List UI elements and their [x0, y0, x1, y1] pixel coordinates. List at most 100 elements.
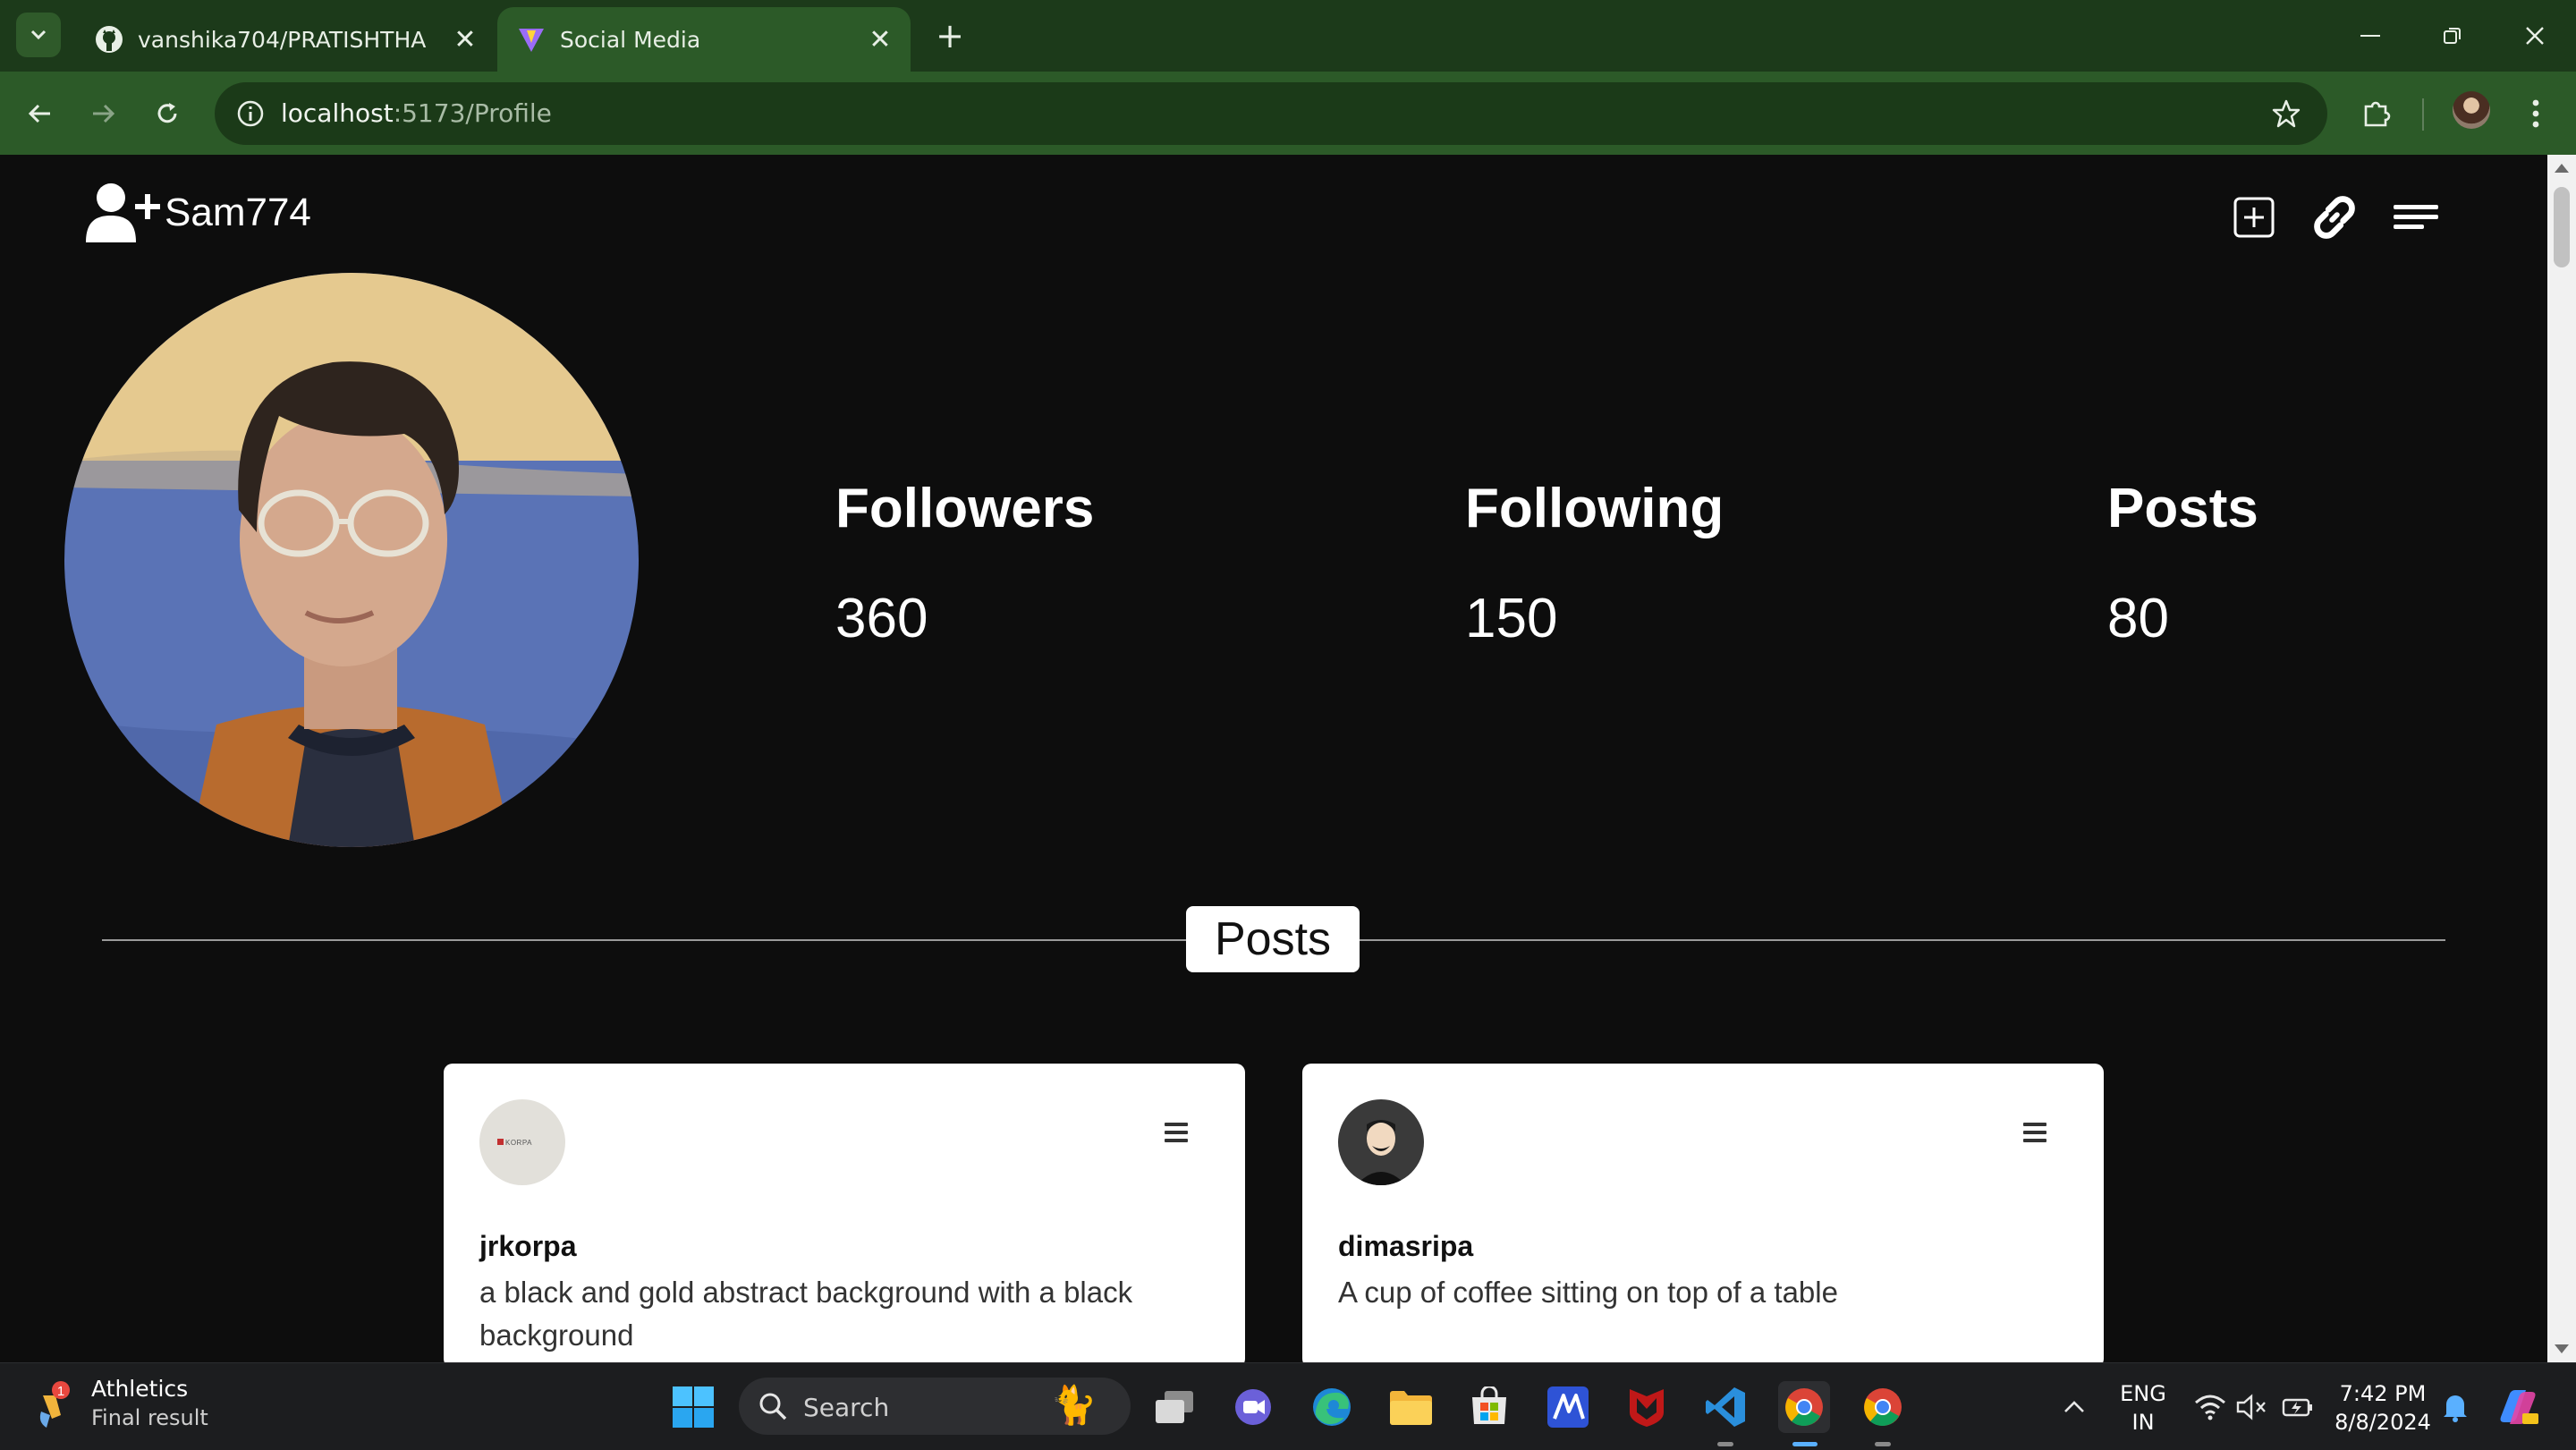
following-stat[interactable]: Following 150	[1465, 477, 1724, 650]
widget-subtitle: Final result	[91, 1405, 208, 1430]
wifi-icon	[2195, 1395, 2225, 1420]
extensions-button[interactable]	[2354, 91, 2399, 136]
reload-button[interactable]	[145, 91, 190, 136]
file-explorer-button[interactable]	[1385, 1381, 1436, 1433]
store-button[interactable]	[1463, 1381, 1515, 1433]
post-caption: a black and gold abstract background wit…	[479, 1276, 1133, 1352]
followers-stat[interactable]: Followers 360	[835, 477, 1094, 650]
volume-status[interactable]	[2225, 1381, 2277, 1433]
tab-social-media[interactable]: Social Media ✕	[497, 7, 911, 72]
start-button[interactable]	[667, 1381, 719, 1433]
menu-icon	[2394, 205, 2438, 229]
edge-button[interactable]	[1306, 1381, 1358, 1433]
app-m-button[interactable]	[1542, 1381, 1594, 1433]
notifications-button[interactable]	[2429, 1381, 2481, 1433]
post-menu-icon[interactable]	[2023, 1123, 2046, 1142]
profile-username: Sam774	[165, 191, 311, 234]
volume-muted-icon	[2236, 1394, 2266, 1420]
minimize-button[interactable]	[2334, 9, 2406, 63]
following-count: 150	[1465, 588, 1558, 649]
browser-profile-avatar[interactable]	[2453, 91, 2490, 129]
post-card[interactable]: KORPA jrkorpa a black and gold abstract …	[444, 1064, 1245, 1362]
url-text[interactable]: localhost:5173/Profile	[281, 98, 552, 128]
post-card[interactable]: dimasripa A cup of coffee sitting on top…	[1302, 1064, 2104, 1362]
scrollbar-thumb[interactable]	[2554, 187, 2570, 267]
chevron-up-icon	[2064, 1401, 2084, 1412]
tab-title: vanshika704/PRATISHTHA	[138, 26, 427, 53]
battery-charging-icon	[2282, 1398, 2312, 1417]
clock-time: 7:42 PM	[2339, 1381, 2427, 1406]
post-menu-icon[interactable]	[1165, 1123, 1188, 1142]
news-widget[interactable]: 1 Athletics Final result	[34, 1376, 208, 1430]
menu-button[interactable]	[2390, 191, 2444, 244]
chrome-button[interactable]	[1857, 1381, 1909, 1433]
close-tab-icon[interactable]: ✕	[862, 21, 898, 57]
forward-button[interactable]	[80, 91, 125, 136]
close-icon	[2526, 27, 2544, 45]
new-tab-button[interactable]: +	[930, 16, 970, 55]
arrow-left-icon	[28, 104, 50, 123]
tab-github[interactable]: vanshika704/PRATISHTHA ✕	[75, 7, 496, 72]
teams-chat-button[interactable]	[1227, 1381, 1279, 1433]
back-button[interactable]	[18, 91, 63, 136]
scroll-up-arrow-icon[interactable]	[2555, 164, 2569, 173]
scroll-down-arrow-icon[interactable]	[2555, 1344, 2569, 1353]
chrome-icon	[1864, 1388, 1902, 1426]
posts-stat[interactable]: Posts 80	[2107, 477, 2258, 650]
chrome-icon	[1785, 1388, 1823, 1426]
github-icon	[95, 25, 123, 54]
clock-date: 8/8/2024	[2334, 1410, 2431, 1435]
close-tab-icon[interactable]: ✕	[447, 21, 483, 57]
toolbar-divider	[2422, 98, 2424, 131]
chrome-active-indicator	[1792, 1442, 1818, 1446]
post-caption: A cup of coffee sitting on top of a tabl…	[1338, 1276, 1838, 1309]
clock[interactable]: 7:42 PM 8/8/2024	[2331, 1379, 2435, 1437]
post-author-avatar[interactable]: KORPA	[479, 1099, 565, 1185]
url-path: :5173/Profile	[393, 98, 552, 128]
add-post-button[interactable]	[2227, 191, 2281, 244]
language-indicator[interactable]: ENG IN	[2116, 1379, 2170, 1437]
post-username[interactable]: dimasripa	[1338, 1230, 1473, 1263]
widget-badge: 1	[57, 1384, 64, 1399]
vscode-button[interactable]	[1699, 1381, 1751, 1433]
app-m-icon	[1547, 1386, 1589, 1428]
mcafee-button[interactable]	[1621, 1381, 1673, 1433]
post-username[interactable]: jrkorpa	[479, 1230, 576, 1263]
chevron-down-icon	[30, 30, 47, 40]
brand[interactable]: Sam774	[86, 182, 311, 244]
tray-overflow-button[interactable]	[2048, 1381, 2100, 1433]
copilot-button[interactable]	[2492, 1381, 2544, 1433]
close-window-button[interactable]	[2499, 9, 2571, 63]
following-label: Following	[1465, 478, 1724, 539]
cat-icon: 🐈	[1050, 1383, 1097, 1427]
vite-icon	[517, 25, 546, 54]
kebab-menu-icon	[2532, 99, 2539, 128]
lang-line-1: ENG	[2120, 1381, 2166, 1406]
posts-count: 80	[2107, 588, 2169, 649]
posts-label: Posts	[2107, 478, 2258, 539]
chrome-running-indicator	[1875, 1442, 1891, 1446]
profile-avatar	[64, 273, 639, 847]
post-author-avatar[interactable]	[1338, 1099, 1424, 1185]
edge-icon	[1313, 1388, 1351, 1426]
arrow-right-icon	[93, 104, 115, 123]
profile-page: Sam774 Followers 360 Following 150 Posts…	[0, 155, 2547, 1362]
task-view-button[interactable]	[1148, 1381, 1200, 1433]
browser-menu-button[interactable]	[2513, 91, 2558, 136]
site-info-icon[interactable]	[229, 92, 272, 135]
chrome-button-active[interactable]	[1778, 1381, 1830, 1433]
browser-toolbar: localhost:5173/Profile	[0, 72, 2576, 155]
address-bar[interactable]: localhost:5173/Profile	[215, 82, 2327, 145]
folder-icon	[1390, 1391, 1432, 1425]
link-button[interactable]	[2308, 191, 2361, 244]
taskbar-search[interactable]: Search 🐈	[739, 1378, 1131, 1435]
add-user-icon	[86, 183, 160, 242]
tab-search-button[interactable]	[16, 13, 61, 57]
page-scrollbar[interactable]	[2547, 155, 2576, 1362]
bookmark-star-icon[interactable]	[2267, 94, 2306, 133]
copilot-icon	[2500, 1390, 2538, 1424]
followers-count: 360	[835, 588, 928, 649]
battery-status[interactable]	[2272, 1381, 2324, 1433]
tab-title: Social Media	[560, 26, 701, 53]
restore-button[interactable]	[2417, 9, 2488, 63]
